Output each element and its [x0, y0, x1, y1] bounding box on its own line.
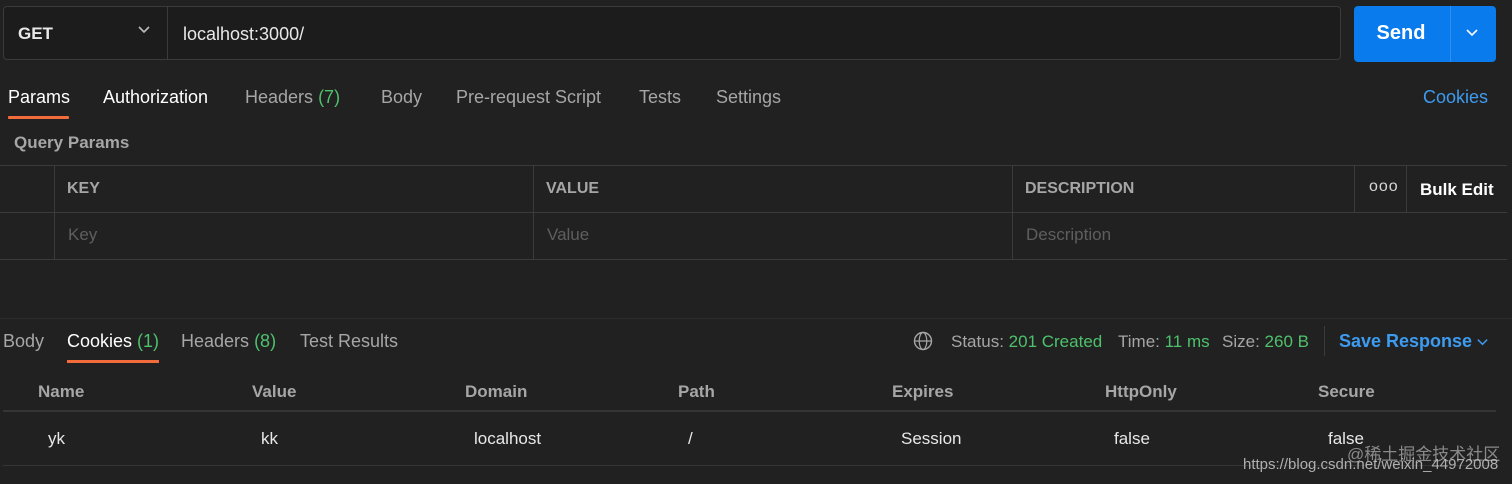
tab-headers-label: Headers	[245, 87, 314, 107]
cookies-header-path: Path	[678, 382, 715, 401]
status-label: Status:	[951, 332, 1004, 351]
cookie-expires: Session	[901, 429, 962, 448]
cookie-httponly: false	[1114, 429, 1150, 448]
divider	[54, 166, 55, 259]
cookie-path: /	[688, 429, 693, 448]
cookie-value: kk	[261, 429, 278, 448]
tab-body[interactable]: Body	[381, 87, 422, 108]
cookies-header-name: Name	[38, 382, 85, 401]
size-value: 260 B	[1264, 332, 1309, 351]
status-readout: Status: 201 Created	[951, 332, 1102, 352]
cookies-count: (1)	[137, 331, 160, 351]
response-tab-test-results[interactable]: Test Results	[300, 331, 398, 352]
response-tab-headers-label: Headers	[181, 331, 250, 351]
response-tab-headers[interactable]: Headers (8)	[181, 331, 276, 352]
divider	[1012, 166, 1013, 259]
tab-tests[interactable]: Tests	[639, 87, 681, 108]
send-options-button[interactable]	[1450, 6, 1496, 62]
cookies-header-secure: Secure	[1318, 382, 1375, 401]
chevron-down-icon[interactable]	[1476, 335, 1489, 348]
query-params-title: Query Params	[14, 133, 130, 152]
divider	[533, 166, 534, 259]
cookies-header-value: Value	[252, 382, 297, 401]
send-button-group: Send	[1354, 6, 1496, 62]
method-label: GET	[18, 24, 53, 43]
time-label: Time:	[1118, 332, 1160, 351]
response-divider	[0, 318, 1512, 319]
time-value: 11 ms	[1164, 332, 1210, 351]
active-tab-indicator	[8, 116, 69, 119]
divider	[1406, 166, 1407, 212]
tab-headers[interactable]: Headers (7)	[245, 87, 340, 108]
method-select[interactable]: GET	[4, 7, 168, 59]
watermark-url: https://blog.csdn.net/weixin_44972008	[1243, 456, 1499, 473]
divider	[0, 212, 1507, 213]
column-header-description: DESCRIPTION	[1025, 180, 1135, 197]
tab-params[interactable]: Params	[8, 87, 70, 108]
time-readout: Time: 11 ms	[1118, 332, 1210, 352]
response-tab-body[interactable]: Body	[3, 331, 44, 352]
size-readout: Size: 260 B	[1222, 332, 1309, 352]
response-tab-cookies-label: Cookies	[67, 331, 133, 351]
globe-icon[interactable]	[913, 331, 933, 351]
save-response-button[interactable]: Save Response	[1339, 331, 1472, 352]
response-headers-count: (8)	[254, 331, 277, 351]
divider	[1354, 166, 1355, 212]
tab-authorization[interactable]: Authorization	[103, 87, 208, 108]
cookies-header-expires: Expires	[892, 382, 954, 401]
cookies-header-httponly: HttpOnly	[1105, 382, 1177, 401]
cookies-header-domain: Domain	[465, 382, 528, 401]
divider	[1324, 326, 1325, 356]
more-options-icon[interactable]: ooo	[1369, 178, 1399, 196]
column-header-value: VALUE	[546, 180, 600, 197]
bulk-edit-button[interactable]: Bulk Edit	[1420, 180, 1494, 200]
value-input[interactable]: Value	[547, 225, 589, 245]
chevron-down-icon	[138, 26, 150, 34]
active-tab-indicator	[67, 360, 159, 363]
response-tab-cookies[interactable]: Cookies (1)	[67, 331, 159, 352]
cookie-name: yk	[48, 429, 65, 448]
url-bar: GET localhost:3000/	[3, 6, 1341, 60]
chevron-down-icon	[1466, 29, 1478, 37]
cookie-domain: localhost	[474, 429, 542, 448]
query-params-table: KEY VALUE DESCRIPTION ooo Bulk Edit Key …	[0, 165, 1507, 260]
status-value: 201 Created	[1008, 332, 1103, 351]
column-header-key: KEY	[67, 180, 100, 197]
tab-settings[interactable]: Settings	[716, 87, 781, 108]
divider	[3, 410, 1496, 412]
cookies-link[interactable]: Cookies	[1423, 87, 1488, 108]
key-input[interactable]: Key	[68, 225, 97, 245]
size-label: Size:	[1222, 332, 1260, 351]
url-input[interactable]: localhost:3000/	[183, 24, 304, 45]
tab-prerequest-script[interactable]: Pre-request Script	[456, 87, 601, 108]
headers-count: (7)	[318, 87, 341, 107]
description-input[interactable]: Description	[1026, 225, 1111, 245]
send-button[interactable]: Send	[1354, 22, 1448, 45]
